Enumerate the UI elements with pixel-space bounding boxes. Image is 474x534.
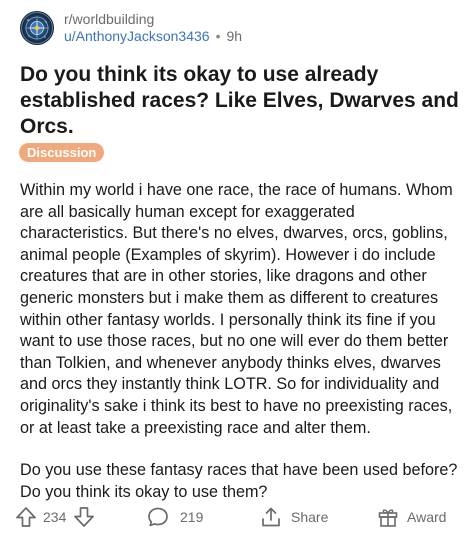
share-icon [259, 505, 283, 529]
downvote-arrow-icon[interactable] [72, 505, 96, 529]
post-flair[interactable]: Discussion [19, 143, 105, 162]
meta-separator: • [215, 28, 221, 44]
subreddit-avatar-icon[interactable] [20, 11, 54, 45]
byline: u/AnthonyJackson3436 • 9h [64, 28, 242, 45]
body-paragraph: Within my world i have one race, the rac… [20, 181, 453, 437]
comments-button[interactable]: 219 [146, 502, 203, 532]
award-label: Award [407, 509, 447, 525]
award-gift-icon [376, 505, 400, 529]
action-bar: 234 219 Share Award [14, 502, 466, 532]
share-label: Share [291, 509, 329, 525]
author-username[interactable]: u/AnthonyJackson3436 [64, 28, 210, 45]
award-button[interactable]: Award [376, 502, 446, 532]
comment-bubble-icon [146, 505, 170, 529]
post-title[interactable]: Do you think its okay to use already est… [20, 62, 460, 140]
comment-count: 219 [180, 509, 204, 525]
post-age: 9h [226, 28, 243, 44]
post-header: r/worldbuilding u/AnthonyJackson3436 • 9… [20, 10, 242, 46]
post-card: r/worldbuilding u/AnthonyJackson3436 • 9… [0, 0, 474, 534]
vote-controls: 234 [14, 502, 96, 532]
post-body: Within my world i have one race, the rac… [20, 180, 464, 503]
body-paragraph: Do you use these fantasy races that have… [20, 461, 458, 501]
upvote-arrow-icon[interactable] [14, 505, 38, 529]
subreddit-name[interactable]: r/worldbuilding [64, 11, 242, 28]
post-meta: r/worldbuilding u/AnthonyJackson3436 • 9… [64, 11, 242, 45]
share-button[interactable]: Share [259, 502, 328, 532]
vote-count: 234 [43, 509, 67, 525]
